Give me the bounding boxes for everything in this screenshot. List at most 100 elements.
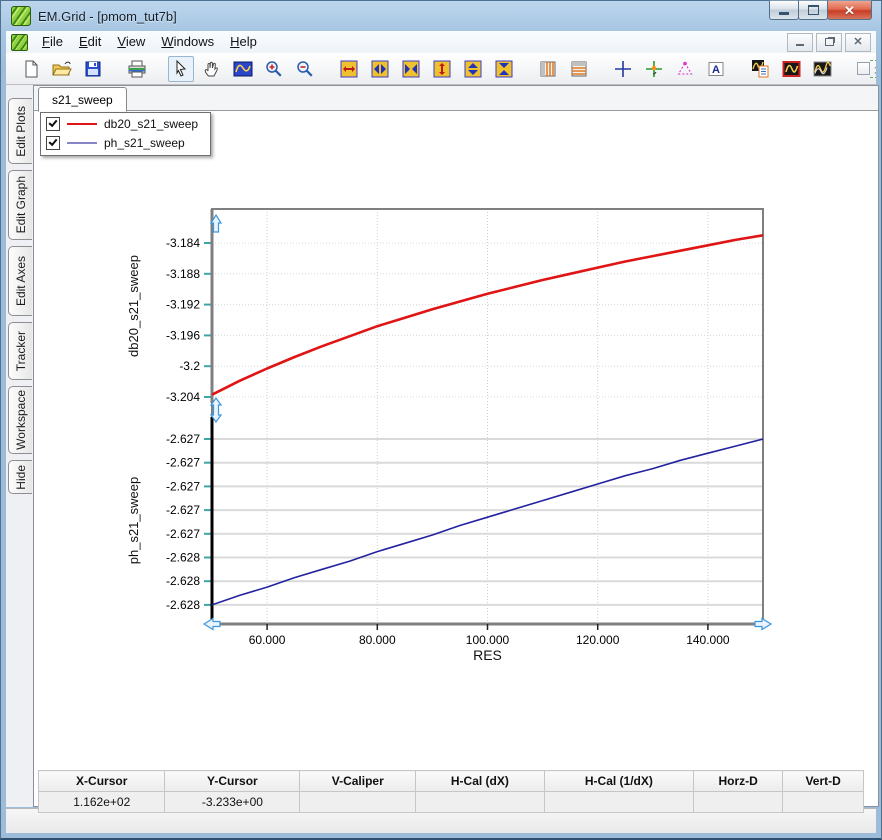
multi-graph-icon[interactable]	[809, 56, 835, 82]
sidebar-tab-hide[interactable]: Hide	[8, 460, 32, 494]
x-tick-label: 100.000	[466, 633, 510, 647]
menu-view[interactable]: View	[109, 32, 153, 51]
y-tick-label: -3.204	[166, 390, 200, 404]
x-tick-label: 60.000	[249, 633, 286, 647]
y-tick-label: -3.192	[166, 298, 200, 312]
sidebar-tab-label: Workspace	[14, 390, 28, 450]
sidebar-tab-label: Edit Plots	[14, 106, 28, 157]
legend-checkbox-ph_s21_sweep[interactable]	[46, 136, 60, 150]
tracker-icon[interactable]	[641, 56, 667, 82]
align-vertical-icon[interactable]: ↕	[853, 56, 876, 82]
sidebar-tab-label: Hide	[14, 465, 28, 490]
window-title: EM.Grid - [pmom_tut7b]	[38, 9, 177, 24]
app-logo-icon	[11, 6, 31, 26]
table-value-2	[300, 792, 416, 813]
menu-file[interactable]: File	[34, 32, 71, 51]
mdi-window-controls: ✕	[787, 33, 876, 52]
h-compress-icon[interactable]	[398, 56, 424, 82]
y-tick-label: -2.628	[166, 551, 200, 565]
cursor-readout-table: X-CursorY-CursorV-CaliperH-Cal (dX)H-Cal…	[38, 770, 864, 813]
menu-help[interactable]: Help	[222, 32, 265, 51]
legend-label: db20_s21_sweep	[104, 117, 198, 131]
y-tick-label: -3.2	[179, 359, 200, 373]
v-expand-icon[interactable]	[460, 56, 486, 82]
sidebar-tab-label: Edit Graph	[14, 176, 28, 233]
v-stretch-icon[interactable]	[429, 56, 455, 82]
v-compress-icon[interactable]	[491, 56, 517, 82]
table-value-4	[544, 792, 694, 813]
table-value-0: 1.162e+02	[39, 792, 165, 813]
h-stretch-icon[interactable]	[336, 56, 362, 82]
mdi-minimize-button[interactable]	[787, 33, 813, 52]
table-header-x-cursor: X-Cursor	[39, 771, 165, 792]
axis-handle-right[interactable]	[755, 619, 771, 630]
mdi-restore-icon	[825, 38, 834, 46]
new-document-icon[interactable]	[18, 56, 44, 82]
close-icon: ✕	[844, 4, 855, 17]
save-icon[interactable]	[80, 56, 106, 82]
pan-hand-icon[interactable]	[199, 56, 225, 82]
document-icon[interactable]	[11, 34, 28, 51]
x-axis-title: RES	[473, 647, 502, 663]
menu-windows[interactable]: Windows	[153, 32, 222, 51]
horizontal-grid-icon[interactable]	[566, 56, 592, 82]
x-tick-label: 140.000	[686, 633, 730, 647]
plot-document-panel: s21_sweep db20_s21_sweep ph_s21_sweep -3.…	[33, 85, 879, 807]
table-header-h-cal-1-dx-: H-Cal (1/dX)	[544, 771, 694, 792]
toolbar: A↕↔Layout	[6, 53, 876, 85]
sidebar-tab-label: Tracker	[14, 331, 28, 371]
minimize-button[interactable]	[769, 0, 799, 20]
y-tick-label: -2.627	[166, 527, 200, 541]
print-icon[interactable]	[124, 56, 150, 82]
menu-edit[interactable]: Edit	[71, 32, 109, 51]
sidebar-tab-workspace[interactable]: Workspace	[8, 386, 32, 454]
mdi-minimize-icon	[796, 44, 804, 46]
sidebar-tab-edit-axes[interactable]: Edit Axes	[8, 246, 32, 316]
mdi-close-icon: ✕	[853, 37, 862, 48]
mdi-close-button[interactable]: ✕	[845, 33, 871, 52]
legend-label: ph_s21_sweep	[104, 136, 185, 150]
legend-icon[interactable]	[747, 56, 773, 82]
table-value-5	[694, 792, 783, 813]
maximize-button[interactable]	[798, 0, 828, 20]
table-header-v-caliper: V-Caliper	[300, 771, 416, 792]
legend-line-swatch	[67, 123, 97, 125]
sidebar-tab-edit-graph[interactable]: Edit Graph	[8, 170, 32, 240]
y-axis-title-ph_s21_sweep: ph_s21_sweep	[126, 477, 141, 564]
caliper-icon[interactable]	[672, 56, 698, 82]
sidebar-tab-edit-plots[interactable]: Edit Plots	[8, 98, 32, 164]
window-controls: ✕	[770, 0, 872, 20]
legend-checkbox-db20_s21_sweep[interactable]	[46, 117, 60, 131]
text-label-icon[interactable]: A	[703, 56, 729, 82]
y-tick-label: -2.627	[166, 456, 200, 470]
zoom-out-icon[interactable]	[292, 56, 318, 82]
tab-s21-sweep[interactable]: s21_sweep	[38, 87, 127, 112]
table-header-horz-d: Horz-D	[694, 771, 783, 792]
close-button[interactable]: ✕	[827, 0, 872, 20]
single-graph-icon[interactable]	[778, 56, 804, 82]
mdi-restore-button[interactable]	[816, 33, 842, 52]
h-expand-icon[interactable]	[367, 56, 393, 82]
table-value-6	[783, 792, 864, 813]
y-tick-label: -3.196	[166, 328, 200, 342]
sidebar-tab-tracker[interactable]: Tracker	[8, 322, 32, 380]
open-folder-icon[interactable]	[49, 56, 75, 82]
plot-area[interactable]: -3.184-3.188-3.192-3.196-3.2-3.204db20_s…	[34, 86, 880, 808]
select-pointer-icon[interactable]	[168, 56, 194, 82]
vertical-grid-icon[interactable]	[535, 56, 561, 82]
x-tick-label: 120.000	[576, 633, 620, 647]
table-header-h-cal-dx-: H-Cal (dX)	[416, 771, 544, 792]
y-tick-label: -2.627	[166, 503, 200, 517]
sidebar-tab-label: Edit Axes	[14, 256, 28, 306]
table-value-3	[416, 792, 544, 813]
cursor-cross-icon[interactable]	[610, 56, 636, 82]
maximize-icon	[808, 5, 819, 15]
y-tick-label: -2.627	[166, 432, 200, 446]
svg-text:A: A	[712, 64, 720, 76]
zoom-window-icon[interactable]	[230, 56, 256, 82]
zoom-in-icon[interactable]	[261, 56, 287, 82]
axis-handle-left[interactable]	[204, 619, 220, 630]
sidebar-tabstrip: Edit Plots Edit Graph Edit Axes Tracker Work…	[6, 85, 33, 807]
table-header-vert-d: Vert-D	[783, 771, 864, 792]
legend-line-swatch	[67, 142, 97, 144]
